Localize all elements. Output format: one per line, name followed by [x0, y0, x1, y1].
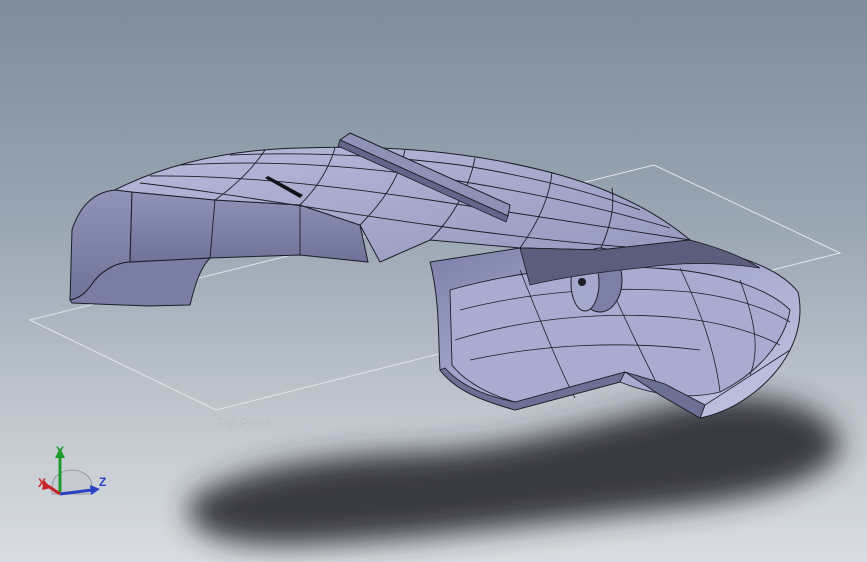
top-plane-label: Top Plane [216, 416, 273, 430]
reference-triad[interactable]: Y X Z [34, 442, 114, 512]
model-scene[interactable] [0, 0, 867, 562]
axis-y-label: Y [56, 444, 65, 458]
graphics-viewport[interactable]: Top Plane Y X Z [0, 0, 867, 562]
boss-hole [578, 278, 586, 286]
axis-x-label: X [38, 476, 47, 490]
axis-z-label: Z [99, 475, 107, 489]
model-shadow [188, 396, 841, 546]
